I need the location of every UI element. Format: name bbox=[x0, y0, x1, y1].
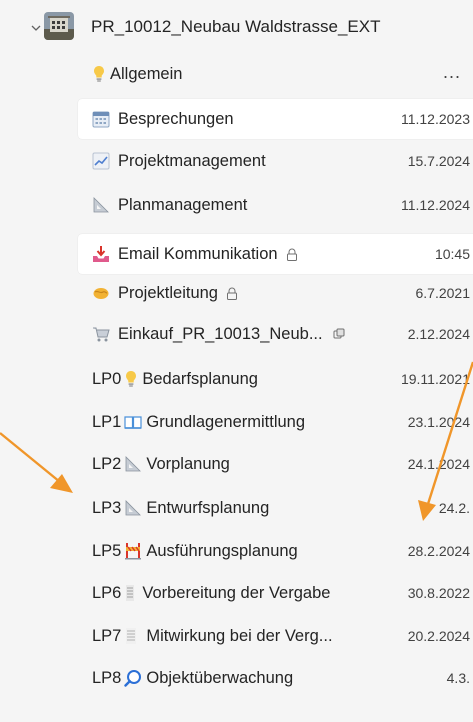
channel-date: 24.2. bbox=[438, 500, 470, 516]
channel-item-grundlagenermittlung[interactable]: LP1 Grundlagenermittlung 23.1.2024 bbox=[0, 402, 473, 442]
channel-prefix: LP5 bbox=[92, 541, 122, 560]
team-name: PR_10012_Neubau Waldstrasse_EXT bbox=[91, 17, 381, 36]
channel-date: 30.8.2022 bbox=[407, 585, 470, 601]
chevron-down-icon[interactable] bbox=[30, 22, 42, 34]
triangle-ruler-icon bbox=[124, 499, 142, 517]
channel-item-vorbereitung-der-vergabe[interactable]: LP6 Vorbereitung der Vergabe 30.8.2022 bbox=[0, 573, 473, 613]
document-lines-icon bbox=[124, 627, 138, 645]
channel-label: Projektmanagement bbox=[118, 151, 266, 170]
channel-label: Ausführungsplanung bbox=[146, 541, 298, 560]
channel-item-mitwirkung-bei-der-vergabe[interactable]: LP7 Mitwirkung bei der Verg... 20.2.2024 bbox=[0, 616, 473, 656]
channel-item-planmanagement[interactable]: Planmanagement 11.12.2024 bbox=[0, 185, 473, 225]
channel-item-objektueberwachung[interactable]: LP8 Objektüberwachung 4.3. bbox=[0, 658, 473, 698]
channel-date: 23.1.2024 bbox=[407, 414, 470, 430]
channel-prefix: LP3 bbox=[92, 498, 122, 517]
channel-item-projektmanagement[interactable]: Projektmanagement 15.7.2024 bbox=[0, 141, 473, 181]
channel-prefix: LP8 bbox=[92, 668, 122, 687]
channel-date: 2.12.2024 bbox=[407, 326, 470, 342]
channel-label: Einkauf_PR_10013_Neub... bbox=[118, 324, 323, 343]
channel-label: Allgemein bbox=[110, 64, 183, 83]
calendar-icon bbox=[92, 110, 110, 128]
channel-label: Mitwirkung bei der Verg... bbox=[146, 626, 333, 645]
channel-date: 11.12.2024 bbox=[400, 197, 470, 213]
channel-label: Besprechungen bbox=[118, 109, 234, 128]
channel-label: Bedarfsplanung bbox=[142, 369, 258, 388]
channel-date: 4.3. bbox=[446, 670, 470, 686]
channel-label: Projektleitung bbox=[118, 283, 218, 302]
triangle-ruler-icon bbox=[124, 455, 142, 473]
channel-item-bedarfsplanung[interactable]: LP0 Bedarfsplanung 19.11.2021 bbox=[0, 359, 473, 399]
channel-label: Planmanagement bbox=[118, 195, 248, 214]
channel-item-entwurfsplanung[interactable]: LP3 Entwurfsplanung 24.2. bbox=[0, 488, 473, 528]
channel-label: Vorbereitung der Vergabe bbox=[142, 583, 331, 602]
channel-date: 10:45 bbox=[434, 246, 470, 262]
channel-prefix: LP2 bbox=[92, 454, 122, 473]
handshake-icon bbox=[92, 284, 110, 302]
channel-label: Vorplanung bbox=[146, 454, 230, 473]
magnifier-icon bbox=[124, 669, 142, 687]
channel-date: 19.11.2021 bbox=[400, 371, 470, 387]
channel-prefix: LP7 bbox=[92, 626, 122, 645]
lightbulb-icon bbox=[92, 65, 106, 83]
lock-icon bbox=[286, 247, 298, 261]
channel-date: 6.7.2021 bbox=[415, 285, 471, 301]
channel-prefix: LP1 bbox=[92, 412, 122, 431]
lock-icon bbox=[226, 286, 238, 300]
more-options-icon[interactable]: ... bbox=[443, 62, 461, 83]
channel-label: Objektüberwachung bbox=[146, 668, 294, 687]
shopping-cart-icon bbox=[92, 325, 110, 343]
channel-date: 11.12.2023 bbox=[400, 111, 470, 127]
channel-date: 24.1.2024 bbox=[407, 456, 470, 472]
triangle-ruler-icon bbox=[92, 196, 110, 214]
inbox-tray-icon bbox=[92, 245, 110, 263]
open-book-icon bbox=[124, 413, 142, 431]
lightbulb-icon bbox=[124, 370, 138, 388]
chart-line-icon bbox=[92, 152, 110, 170]
channel-label: Entwurfsplanung bbox=[146, 498, 270, 517]
channel-label: Email Kommunikation bbox=[118, 244, 278, 263]
channel-prefix: LP0 bbox=[92, 369, 122, 388]
document-lines-icon bbox=[124, 584, 136, 602]
channel-date: 28.2.2024 bbox=[407, 543, 470, 559]
channel-prefix: LP6 bbox=[92, 583, 122, 602]
channel-item-vorplanung[interactable]: LP2 Vorplanung 24.1.2024 bbox=[0, 444, 473, 484]
channel-list-panel: PR_10012_Neubau Waldstrasse_EXT Allgemei… bbox=[0, 0, 473, 722]
shared-channel-icon bbox=[333, 328, 345, 341]
channel-item-allgemein[interactable]: Allgemein ... bbox=[0, 54, 473, 94]
channel-label: Grundlagenermittlung bbox=[146, 412, 306, 431]
channel-item-projektleitung[interactable]: Projektleitung 6.7.2021 bbox=[0, 273, 473, 313]
construction-icon bbox=[124, 542, 142, 560]
team-avatar bbox=[44, 12, 74, 40]
channel-item-email-kommunikation[interactable]: Email Kommunikation 10:45 bbox=[0, 234, 473, 274]
channel-item-besprechungen[interactable]: Besprechungen 11.12.2023 bbox=[0, 99, 473, 139]
channel-date: 20.2.2024 bbox=[407, 628, 470, 644]
team-header[interactable]: PR_10012_Neubau Waldstrasse_EXT bbox=[0, 10, 473, 54]
channel-item-ausfuehrungsplanung[interactable]: LP5 Ausführungsplanung 28.2.2024 bbox=[0, 531, 473, 571]
channel-date: 15.7.2024 bbox=[407, 153, 470, 169]
channel-item-einkauf[interactable]: Einkauf_PR_10013_Neub... 2.12.2024 bbox=[0, 314, 473, 354]
